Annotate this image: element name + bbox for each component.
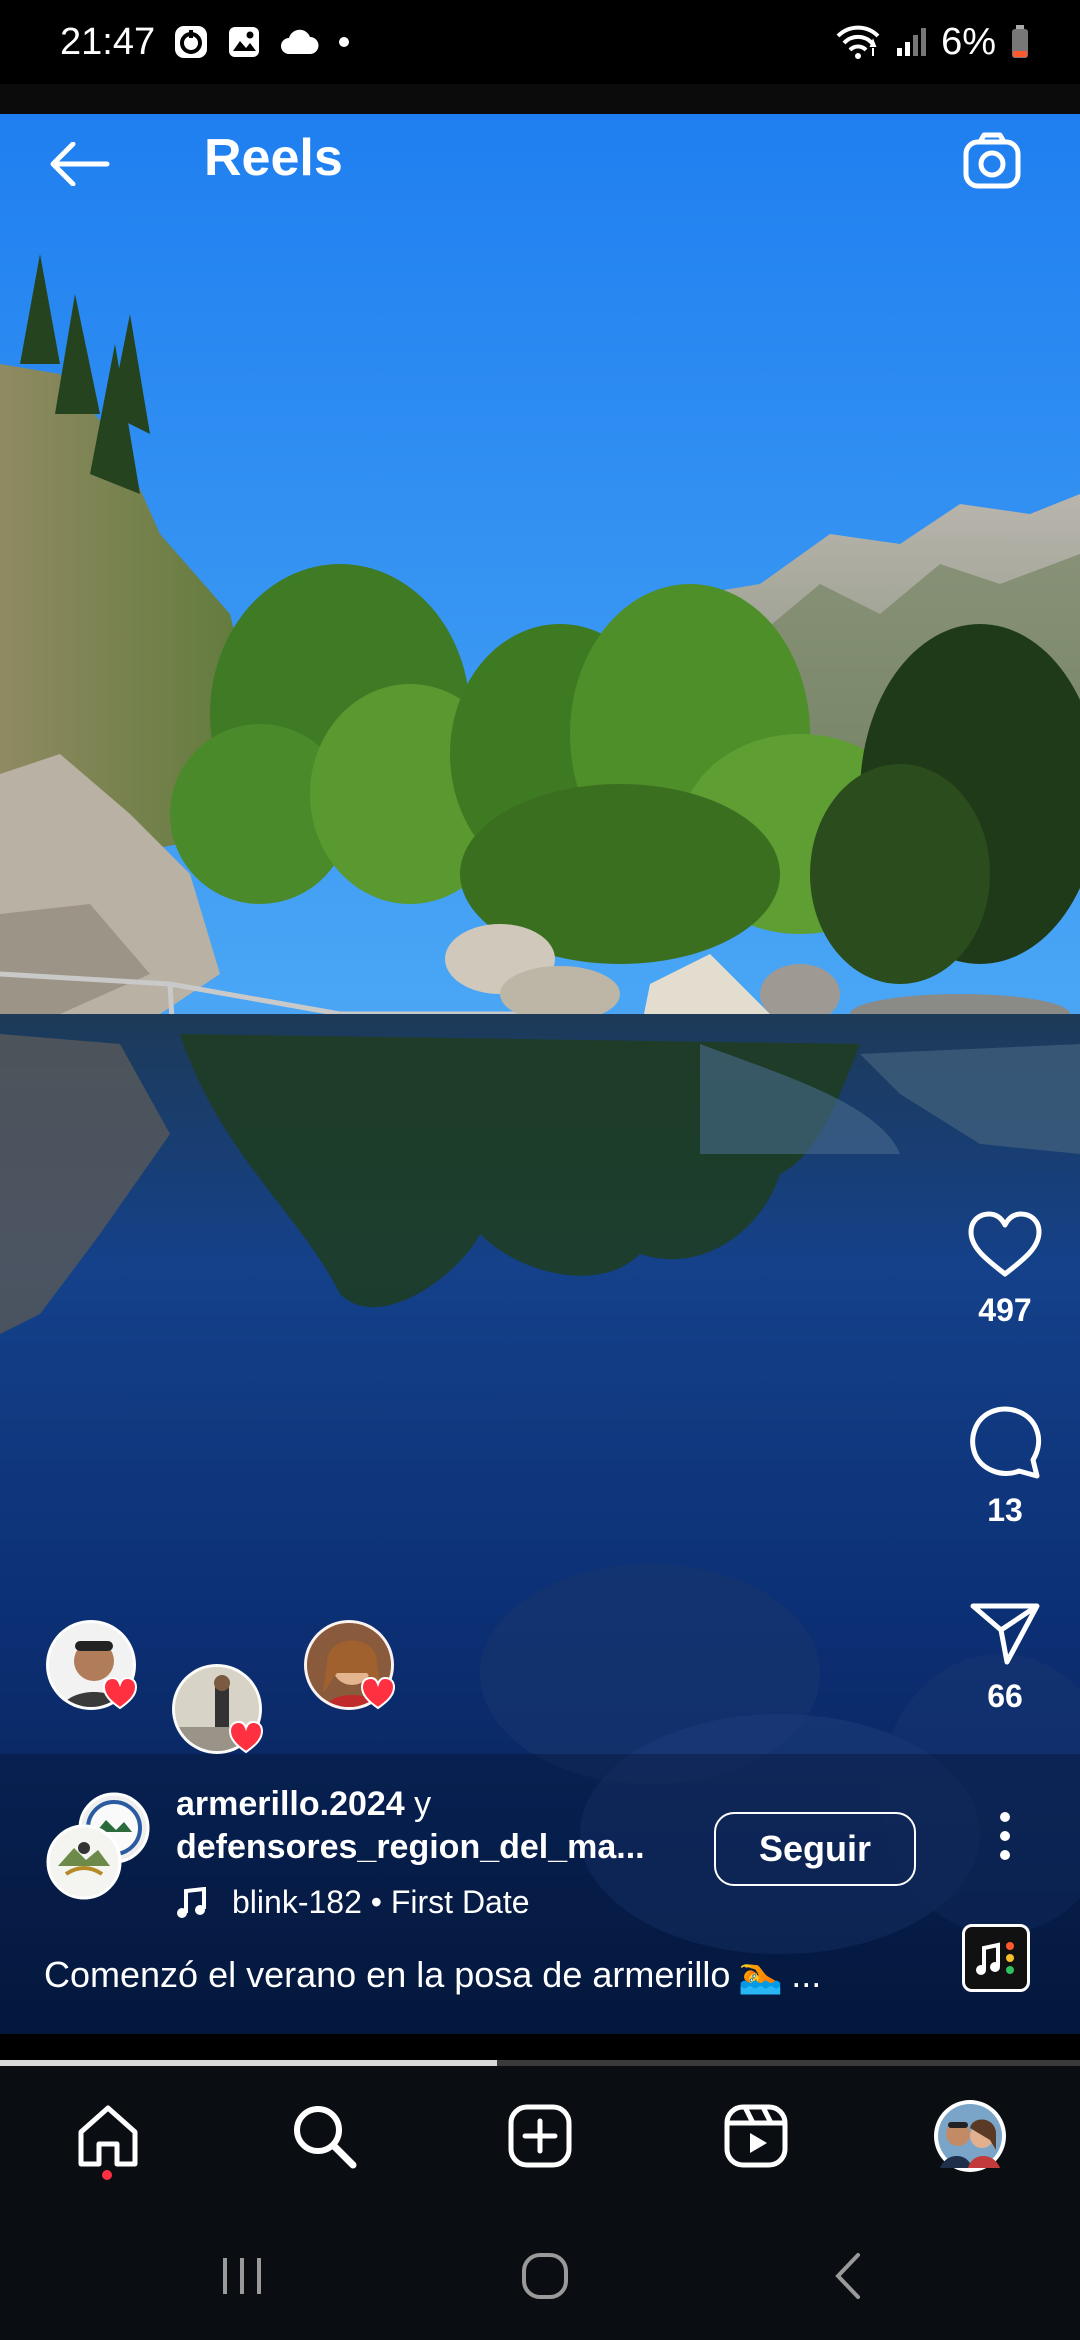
heart-badge-icon xyxy=(228,1720,264,1754)
camera-button[interactable] xyxy=(956,126,1028,198)
author-avatars[interactable] xyxy=(44,1792,164,1902)
share-action[interactable]: 66 xyxy=(930,1600,1080,1715)
more-options-button[interactable] xyxy=(970,1806,1040,1866)
cloud-icon xyxy=(279,28,319,56)
system-nav xyxy=(0,2206,1080,2340)
battery-icon xyxy=(1010,24,1030,60)
home-circle-icon xyxy=(522,2253,568,2299)
battery-percent: 6% xyxy=(941,20,996,63)
more-vertical-icon xyxy=(1000,1812,1010,1860)
music-info[interactable]: blink-182 • First Date xyxy=(176,1884,530,1921)
gallery-icon xyxy=(227,25,261,59)
nav-create[interactable] xyxy=(500,2096,580,2176)
send-icon[interactable] xyxy=(969,1600,1041,1666)
author-info[interactable]: armerillo.2024 y defensores_region_del_m… xyxy=(176,1785,696,1867)
like-count: 497 xyxy=(978,1292,1032,1328)
status-time: 21:47 xyxy=(60,20,156,63)
system-home-button[interactable] xyxy=(505,2246,585,2306)
author-username[interactable]: armerillo.2024 xyxy=(176,1785,405,1823)
wifi-icon xyxy=(835,24,881,60)
notification-icon xyxy=(173,24,209,60)
heart-badge-icon xyxy=(360,1676,396,1710)
like-action[interactable]: 497 xyxy=(930,1210,1080,1329)
reels-icon xyxy=(724,2104,788,2168)
status-spacer xyxy=(0,84,1080,114)
caption-more[interactable]: ... xyxy=(791,1954,821,1996)
back-chevron-icon xyxy=(835,2253,860,2299)
profile-avatar xyxy=(934,2100,1006,2172)
collaborator-username[interactable]: defensores_region_del_ma... xyxy=(176,1828,696,1867)
audio-note-icon xyxy=(976,1942,1014,1975)
comment-count: 13 xyxy=(987,1492,1023,1528)
music-track: blink-182 • First Date xyxy=(232,1884,530,1920)
nav-home[interactable] xyxy=(68,2096,148,2176)
arrow-left-icon xyxy=(50,142,110,186)
system-back-button[interactable] xyxy=(808,2246,888,2306)
share-count: 66 xyxy=(987,1678,1023,1714)
caption-text: Comenzó el verano en la posa de armerill… xyxy=(44,1954,731,1995)
caption[interactable]: Comenzó el verano en la posa de armerill… xyxy=(44,1954,821,1996)
audio-thumbnail-button[interactable] xyxy=(962,1924,1030,1992)
signal-icon xyxy=(895,26,927,58)
reel-scene-image xyxy=(0,114,1080,2034)
create-icon xyxy=(508,2104,572,2168)
bottom-nav xyxy=(0,2066,1080,2206)
status-bar: 21:47 6% xyxy=(0,0,1080,84)
comment-icon[interactable] xyxy=(967,1404,1043,1480)
home-notification-dot xyxy=(102,2170,112,2180)
reel-video[interactable] xyxy=(0,114,1080,2034)
author-line: armerillo.2024 y xyxy=(176,1785,696,1824)
nav-profile[interactable] xyxy=(930,2096,1010,2176)
dot-icon xyxy=(337,35,351,49)
home-icon xyxy=(78,2105,138,2167)
back-button[interactable] xyxy=(44,134,114,194)
heart-badge-icon xyxy=(102,1676,138,1710)
recents-button[interactable] xyxy=(202,2246,282,2306)
search-icon xyxy=(294,2106,357,2169)
nav-reels[interactable] xyxy=(716,2096,796,2176)
music-note-icon xyxy=(177,1886,206,1918)
comment-action[interactable]: 13 xyxy=(930,1404,1080,1529)
caption-emoji: 🏊 xyxy=(738,1954,784,1995)
collab-avatars-icon xyxy=(46,1792,150,1900)
camera-icon xyxy=(963,132,1021,189)
page-title: Reels xyxy=(204,129,343,187)
heart-icon[interactable] xyxy=(967,1210,1043,1280)
recents-icon xyxy=(223,2258,261,2294)
follow-button[interactable]: Seguir xyxy=(714,1812,916,1886)
author-connector: y xyxy=(414,1785,432,1823)
nav-search[interactable] xyxy=(284,2096,364,2176)
